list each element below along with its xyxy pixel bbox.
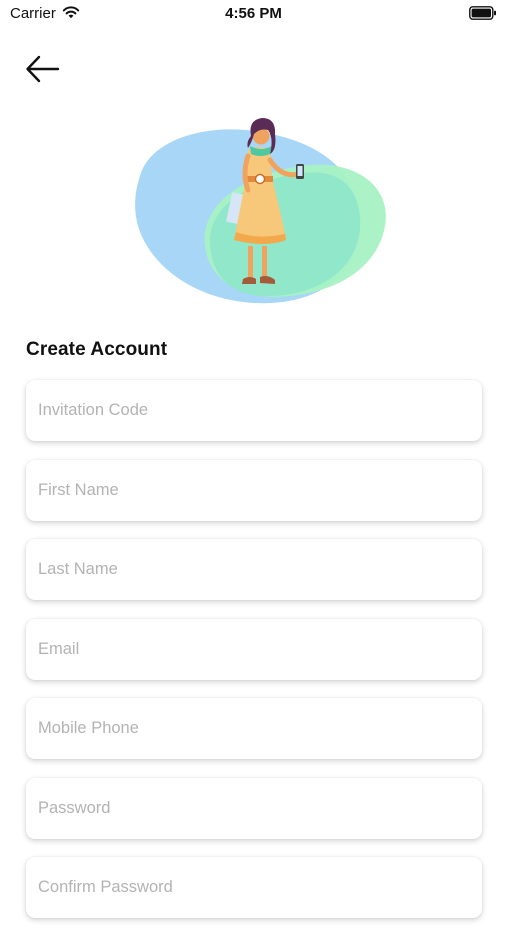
first-name-field[interactable] [26, 459, 482, 521]
first-name-input[interactable] [26, 459, 482, 521]
invitation-code-field[interactable] [26, 380, 482, 441]
email-input[interactable] [26, 618, 482, 680]
woman-shopping-illustration [135, 118, 386, 304]
mobile-phone-input[interactable] [26, 698, 482, 759]
last-name-input[interactable] [26, 539, 482, 600]
password-field[interactable] [26, 777, 482, 839]
confirm-password-input[interactable] [26, 857, 482, 918]
invitation-code-input[interactable] [26, 380, 482, 441]
create-account-form [26, 380, 482, 937]
confirm-password-field[interactable] [26, 857, 482, 918]
email-field[interactable] [26, 618, 482, 680]
last-name-field[interactable] [26, 539, 482, 600]
page-title: Create Account [26, 339, 168, 360]
battery-icon [469, 6, 496, 20]
arrow-left-icon [26, 55, 60, 83]
password-input[interactable] [26, 777, 482, 839]
status-time: 4:56 PM [225, 5, 282, 22]
status-bar: Carrier 4:56 PM [0, 0, 507, 28]
mobile-phone-field[interactable] [26, 698, 482, 759]
back-button[interactable] [24, 52, 64, 86]
